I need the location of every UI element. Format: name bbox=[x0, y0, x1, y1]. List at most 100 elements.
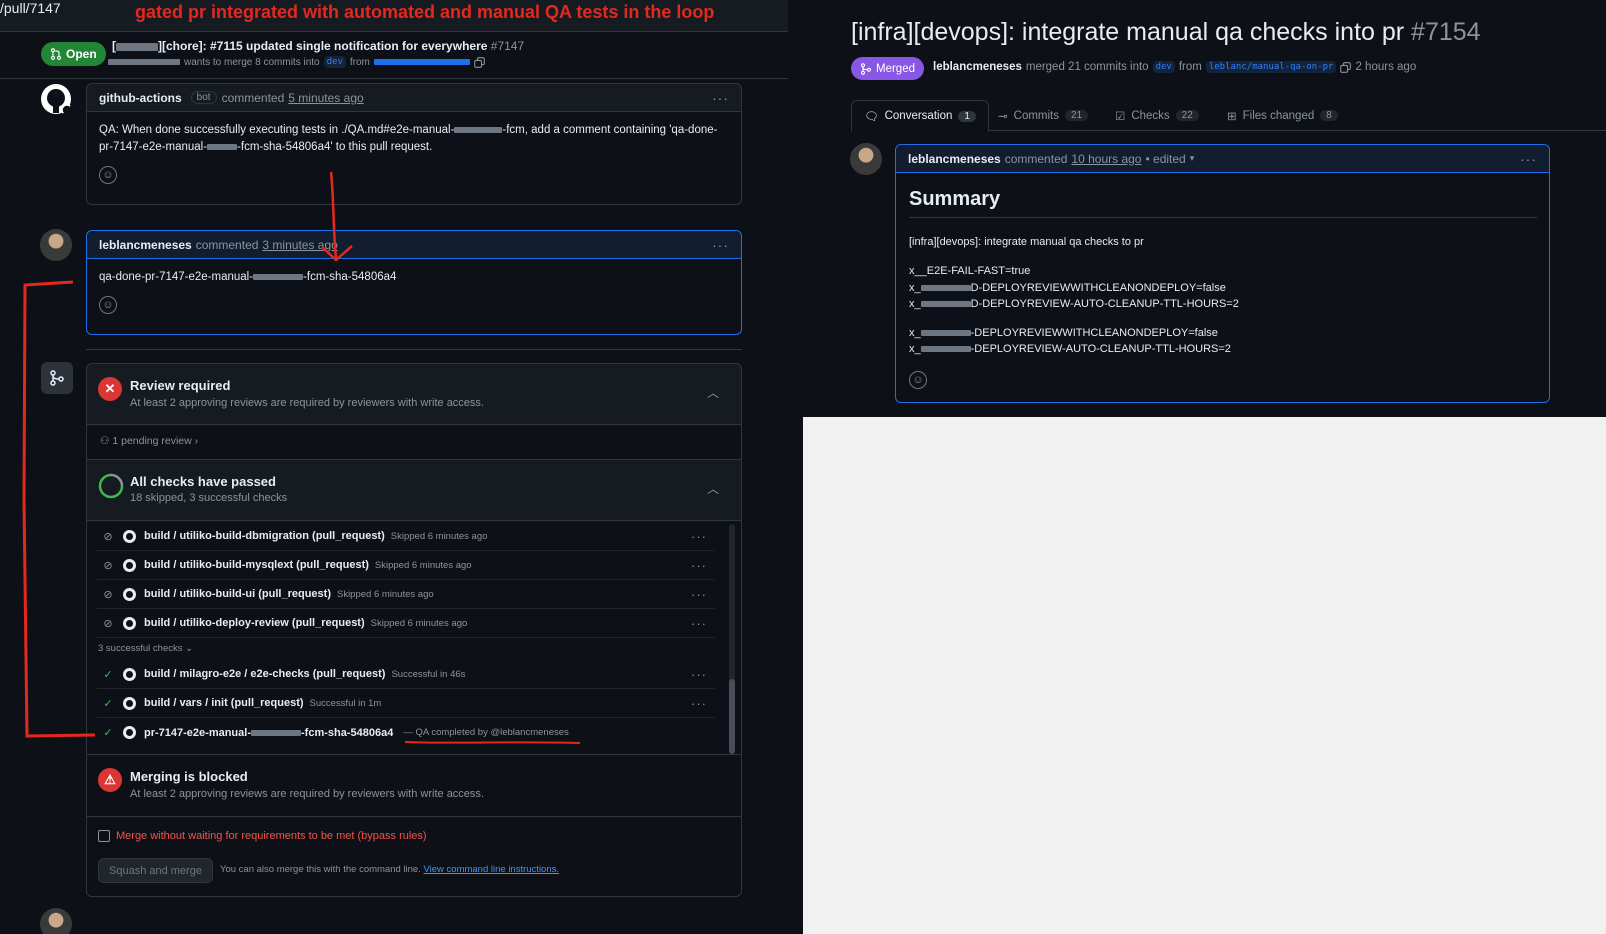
successful-checks-label: 3 successful checks bbox=[98, 643, 183, 654]
kebab-menu-icon[interactable]: ··· bbox=[691, 696, 707, 711]
merged-text: merged 21 commits into bbox=[1025, 61, 1149, 73]
comment-text: QA: When done successfully executing tes… bbox=[99, 124, 455, 136]
merging-blocked-section: ⚠ Merging is blocked At least 2 approvin… bbox=[87, 754, 741, 817]
check-row[interactable]: ⊘ build / utiliko-deploy-review (pull_re… bbox=[97, 609, 715, 638]
check-status: Skipped 6 minutes ago bbox=[390, 530, 488, 542]
check-name[interactable]: pr-7147-e2e-manual- -fcm-sha-54806a4 bbox=[144, 727, 393, 739]
tab-files-changed[interactable]: ⊞ Files changed 8 bbox=[1215, 100, 1350, 131]
summary-line: x__E2E-FAIL-FAST=true bbox=[909, 265, 1031, 277]
left-pr-panel: /pull/7147 gated pr integrated with auto… bbox=[0, 0, 803, 934]
comment-author[interactable]: leblancmeneses bbox=[908, 152, 1001, 166]
github-icon bbox=[123, 587, 136, 601]
copy-icon[interactable] bbox=[474, 56, 485, 68]
check-name[interactable]: build / utiliko-build-mysqlext (pull_req… bbox=[144, 559, 369, 571]
check-row[interactable]: ⊘ build / utiliko-build-mysqlext (pull_r… bbox=[97, 551, 715, 580]
summary-line: x_ -DEPLOYREVIEW-AUTO-CLEANUP-TTL-HOURS=2 bbox=[909, 343, 1231, 355]
comment-discussion-icon: 🗨 bbox=[864, 111, 879, 123]
add-reaction-icon[interactable]: ☺ bbox=[909, 371, 927, 389]
comment-time[interactable]: 3 minutes ago bbox=[262, 238, 337, 252]
comment-time[interactable]: 5 minutes ago bbox=[288, 91, 363, 105]
check-name[interactable]: build / vars / init (pull_request) bbox=[144, 697, 304, 709]
check-name[interactable]: build / utiliko-build-ui (pull_request) bbox=[144, 588, 331, 600]
pr-author[interactable]: leblancmeneses bbox=[933, 61, 1022, 73]
add-reaction-icon[interactable]: ☺ bbox=[99, 166, 117, 184]
cli-instructions-link[interactable]: View command line instructions. bbox=[423, 864, 559, 875]
tab-count: 8 bbox=[1320, 110, 1338, 121]
check-row[interactable]: ⊘ build / utiliko-build-dbmigration (pul… bbox=[97, 522, 715, 551]
check-status: — QA completed by @leblancmeneses bbox=[403, 727, 569, 738]
base-branch[interactable]: dev bbox=[1152, 61, 1175, 73]
pr-subtitle: leblancmeneses merged 21 commits into de… bbox=[933, 61, 1416, 73]
kebab-menu-icon[interactable]: ··· bbox=[712, 237, 729, 253]
line-part: x_ bbox=[909, 298, 921, 310]
github-actions-avatar[interactable] bbox=[40, 83, 72, 115]
tab-conversation[interactable]: 🗨 Conversation 1 bbox=[851, 100, 989, 132]
tab-commits[interactable]: ⊸ Commits 21 bbox=[986, 100, 1100, 131]
summary-line: x_ D-DEPLOYREVIEWWITHCLEANONDEPLOY=false bbox=[909, 282, 1226, 294]
comment-time[interactable]: 10 hours ago bbox=[1071, 152, 1141, 166]
check-name[interactable]: build / utiliko-build-dbmigration (pull_… bbox=[144, 530, 385, 542]
comment-body: QA: When done successfully executing tes… bbox=[87, 112, 741, 194]
check-row[interactable]: ⊘ build / utiliko-build-ui (pull_request… bbox=[97, 580, 715, 609]
kebab-menu-icon[interactable]: ··· bbox=[1520, 151, 1537, 167]
add-reaction-icon[interactable]: ☺ bbox=[99, 296, 117, 314]
check-status: Skipped 6 minutes ago bbox=[336, 588, 434, 600]
check-status: Skipped 6 minutes ago bbox=[374, 559, 472, 571]
triangle-down-icon[interactable]: ▾ bbox=[1190, 153, 1195, 164]
edited-dropdown[interactable]: • edited bbox=[1145, 152, 1185, 166]
kebab-menu-icon[interactable]: ··· bbox=[712, 90, 729, 106]
tab-checks[interactable]: ☑ Checks 22 bbox=[1103, 100, 1211, 131]
base-branch[interactable]: dev bbox=[323, 56, 346, 68]
checks-section[interactable]: All checks have passed 18 skipped, 3 suc… bbox=[87, 460, 741, 521]
pr-title: [infra][devops]: integrate manual qa che… bbox=[851, 18, 1481, 47]
chevron-up-icon[interactable]: ︿ bbox=[707, 480, 719, 497]
comment-action: commented bbox=[1004, 151, 1068, 166]
redacted-head-branch bbox=[373, 59, 470, 65]
pending-review-row[interactable]: ⚇ 1 pending review › bbox=[87, 425, 741, 460]
user-avatar[interactable] bbox=[40, 229, 72, 261]
checks-title: All checks have passed bbox=[130, 474, 276, 489]
checks-scrollbar[interactable] bbox=[729, 524, 735, 754]
comment-author[interactable]: github-actions bbox=[99, 91, 182, 105]
check-row[interactable]: ✓ build / vars / init (pull_request) Suc… bbox=[97, 689, 715, 718]
kebab-menu-icon[interactable]: ··· bbox=[691, 616, 707, 631]
checks-progress-icon bbox=[98, 473, 124, 499]
redacted-text bbox=[920, 330, 971, 337]
summary-line: [infra][devops]: integrate manual qa che… bbox=[909, 236, 1144, 248]
check-row[interactable]: ✓ build / milagro-e2e / e2e-checks (pull… bbox=[97, 660, 715, 689]
comment-action: commented bbox=[195, 237, 259, 252]
kebab-menu-icon[interactable]: ··· bbox=[691, 667, 707, 682]
kebab-menu-icon[interactable]: ··· bbox=[691, 558, 707, 573]
bypass-checkbox[interactable] bbox=[98, 830, 110, 842]
review-required-section[interactable]: ✕ Review required At least 2 approving r… bbox=[87, 364, 741, 425]
scrollbar-thumb[interactable] bbox=[729, 679, 735, 754]
successful-checks-toggle[interactable]: 3 successful checks ⌄ bbox=[98, 643, 193, 654]
review-required-title: Review required bbox=[130, 378, 231, 393]
copy-icon[interactable] bbox=[1340, 61, 1352, 73]
user-avatar bbox=[40, 908, 72, 934]
timeline-divider bbox=[86, 349, 742, 350]
kebab-menu-icon[interactable]: ··· bbox=[691, 587, 707, 602]
bot-badge: bot bbox=[190, 91, 217, 104]
github-icon bbox=[123, 616, 136, 630]
pending-review-link[interactable]: ⚇ 1 pending review › bbox=[100, 435, 198, 447]
redacted-text bbox=[116, 42, 158, 51]
pr-title-text: ][chore]: #7115 updated single notificat… bbox=[158, 39, 488, 53]
skipped-icon: ⊘ bbox=[103, 588, 113, 601]
comment-header: github-actions bot commented 5 minutes a… bbox=[87, 84, 741, 112]
squash-and-merge-button[interactable]: Squash and merge bbox=[98, 858, 213, 883]
user-avatar[interactable] bbox=[850, 143, 882, 175]
pr-state-badge: Open bbox=[41, 42, 106, 66]
comment-action: commented bbox=[221, 90, 285, 105]
bypass-rules-option[interactable]: Merge without waiting for requirements t… bbox=[98, 830, 427, 842]
chevron-up-icon[interactable]: ︿ bbox=[707, 384, 719, 401]
comment-author[interactable]: leblancmeneses bbox=[99, 238, 192, 252]
manual-qa-check-row[interactable]: ✓ pr-7147-e2e-manual- -fcm-sha-54806a4 — … bbox=[97, 718, 715, 747]
check-name[interactable]: build / milagro-e2e / e2e-checks (pull_r… bbox=[144, 668, 385, 680]
pending-review-label: 1 pending review bbox=[112, 435, 192, 447]
kebab-menu-icon[interactable]: ··· bbox=[691, 529, 707, 544]
github-icon bbox=[123, 667, 136, 681]
line-part: D-DEPLOYREVIEWWITHCLEANONDEPLOY=false bbox=[970, 282, 1226, 294]
check-name[interactable]: build / utiliko-deploy-review (pull_requ… bbox=[144, 617, 365, 629]
head-branch[interactable]: leblanc/manual-qa-on-pr bbox=[1205, 61, 1337, 73]
